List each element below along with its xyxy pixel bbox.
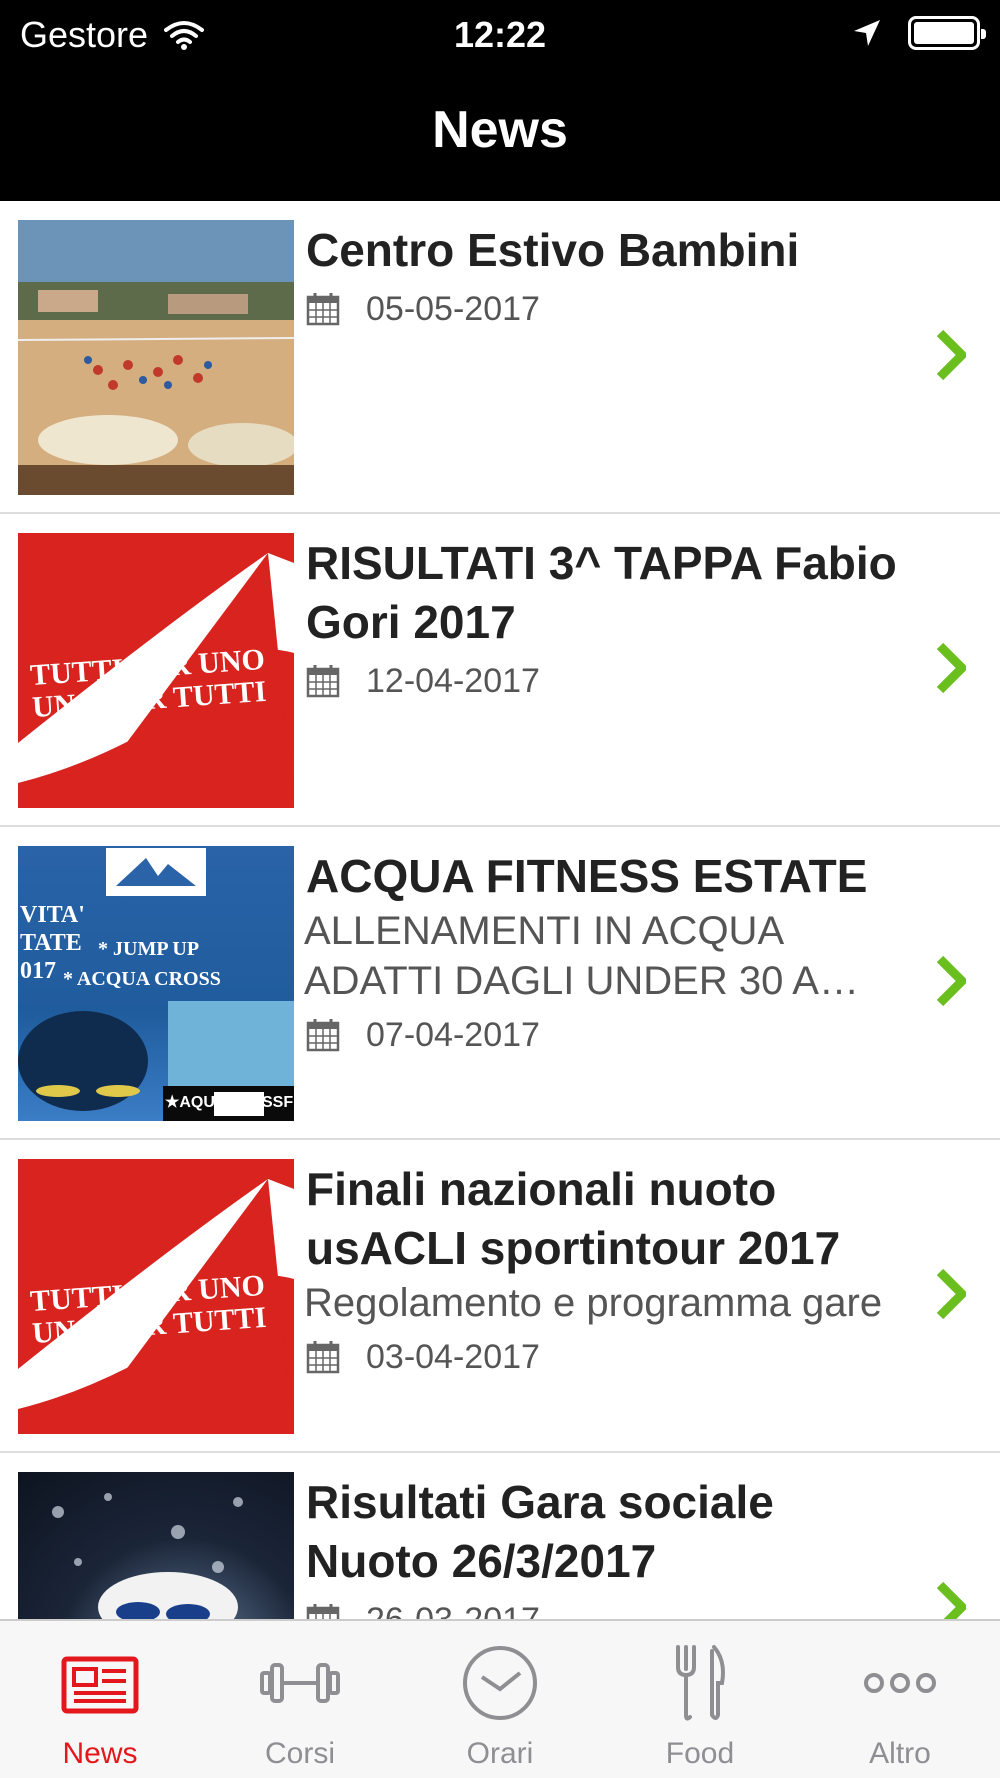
thumb-caption: * ACQUA CROSS <box>63 968 221 990</box>
battery-icon <box>908 16 986 50</box>
news-date: 07-04-2017 <box>366 1015 540 1054</box>
news-title: RISULTATI 3^ TAPPA Fabio Gori 2017 <box>306 537 897 648</box>
news-title: Risultati Gara sociale Nuoto 26/3/2017 <box>306 1476 774 1587</box>
tab-bar: News Corsi Orari Food Altro <box>0 1619 1000 1778</box>
news-subtitle: ALLENAMENTI IN ACQUA ADATTI DAGLI UNDER … <box>304 909 859 1003</box>
tab-label: News <box>62 1737 138 1770</box>
news-date-row: 03-04-2017 <box>306 1332 906 1382</box>
calendar-icon <box>306 1019 340 1052</box>
calendar-icon <box>306 1604 340 1619</box>
news-thumbnail <box>18 1472 294 1619</box>
news-content: Centro Estivo Bambini 05-05-2017 <box>306 221 906 334</box>
news-thumbnail: TUTTI PER UNO UNO PER TUTTI <box>18 533 294 808</box>
clock-icon <box>463 1646 537 1720</box>
news-date-row: 12-04-2017 <box>306 656 906 706</box>
tab-orari[interactable]: Orari <box>400 1621 600 1778</box>
news-content: RISULTATI 3^ TAPPA Fabio Gori 2017 12-04… <box>306 534 906 706</box>
thumb-caption: TATE <box>20 930 82 956</box>
news-title: Finali nazionali nuoto usACLI sportintou… <box>306 1163 841 1274</box>
news-date: 03-04-2017 <box>366 1337 540 1376</box>
thumb-caption: ★AQUACROSSFIT <box>165 1094 294 1111</box>
news-thumbnail: TUTTI PER UNO UNO PER TUTTI <box>18 1159 294 1434</box>
chevron-right-icon[interactable] <box>936 955 966 1007</box>
chevron-right-icon[interactable] <box>936 642 966 694</box>
news-item[interactable]: TUTTI PER UNO UNO PER TUTTI Finali nazio… <box>0 1140 1000 1453</box>
news-content: Finali nazionali nuoto usACLI sportintou… <box>304 1160 906 1382</box>
top-bar: Gestore 12:22 News <box>0 0 1000 201</box>
tab-label: Corsi <box>264 1737 335 1770</box>
tab-label: Altro <box>869 1737 931 1770</box>
tab-food[interactable]: Food <box>600 1621 800 1778</box>
news-title: Centro Estivo Bambini <box>306 224 800 276</box>
news-date-row: 26-03-2017 <box>306 1595 906 1619</box>
calendar-icon <box>306 293 340 326</box>
beach-photo <box>18 220 294 495</box>
fork-knife-icon <box>676 1645 725 1721</box>
news-date: 26-03-2017 <box>366 1601 540 1620</box>
news-item[interactable]: Risultati Gara sociale Nuoto 26/3/2017 2… <box>0 1453 1000 1619</box>
news-date: 12-04-2017 <box>366 661 540 700</box>
dumbbell-icon <box>260 1663 340 1703</box>
swimmer-photo <box>52 1493 243 1619</box>
news-date-row: 07-04-2017 <box>306 1010 906 1060</box>
chevron-right-icon[interactable] <box>936 1268 966 1320</box>
thumb-caption: 017 <box>20 958 56 984</box>
thumb-caption: * JUMP UP <box>98 938 200 960</box>
news-thumbnail: VITA' TATE 017 * JUMP UP * ACQUA CROSS ★… <box>18 846 294 1121</box>
status-bar: Gestore 12:22 <box>0 0 1000 68</box>
calendar-icon <box>306 1341 340 1374</box>
news-subtitle: Regolamento e programma gare <box>304 1281 883 1325</box>
location-arrow-icon <box>854 20 880 46</box>
news-list[interactable]: Centro Estivo Bambini 05-05-2017 TUTTI P… <box>0 201 1000 1619</box>
tab-altro[interactable]: Altro <box>800 1621 1000 1778</box>
tab-label: Orari <box>466 1737 534 1770</box>
tab-corsi[interactable]: Corsi <box>200 1621 400 1778</box>
tab-news[interactable]: News <box>0 1621 200 1778</box>
news-item[interactable]: Centro Estivo Bambini 05-05-2017 <box>0 201 1000 514</box>
newspaper-icon <box>61 1656 139 1714</box>
thumb-caption: VITA' <box>20 902 85 928</box>
news-thumbnail <box>18 220 294 495</box>
news-title: ACQUA FITNESS ESTATE <box>306 850 868 902</box>
status-right <box>852 16 986 50</box>
news-item[interactable]: TUTTI PER UNO UNO PER TUTTI RISULTATI 3^… <box>0 514 1000 827</box>
chevron-right-icon[interactable] <box>936 329 966 381</box>
page-title: News <box>432 101 568 159</box>
more-icon <box>864 1673 936 1693</box>
news-item[interactable]: VITA' TATE 017 * JUMP UP * ACQUA CROSS ★… <box>0 827 1000 1140</box>
calendar-icon <box>306 665 340 698</box>
chevron-right-icon[interactable] <box>936 1581 966 1619</box>
news-date: 05-05-2017 <box>366 289 540 328</box>
status-time: 12:22 <box>453 14 547 55</box>
news-content: ACQUA FITNESS ESTATE ALLENAMENTI IN ACQU… <box>304 847 906 1060</box>
news-date-row: 05-05-2017 <box>306 284 906 334</box>
tab-label: Food <box>665 1737 735 1770</box>
news-content: Risultati Gara sociale Nuoto 26/3/2017 2… <box>306 1473 906 1619</box>
